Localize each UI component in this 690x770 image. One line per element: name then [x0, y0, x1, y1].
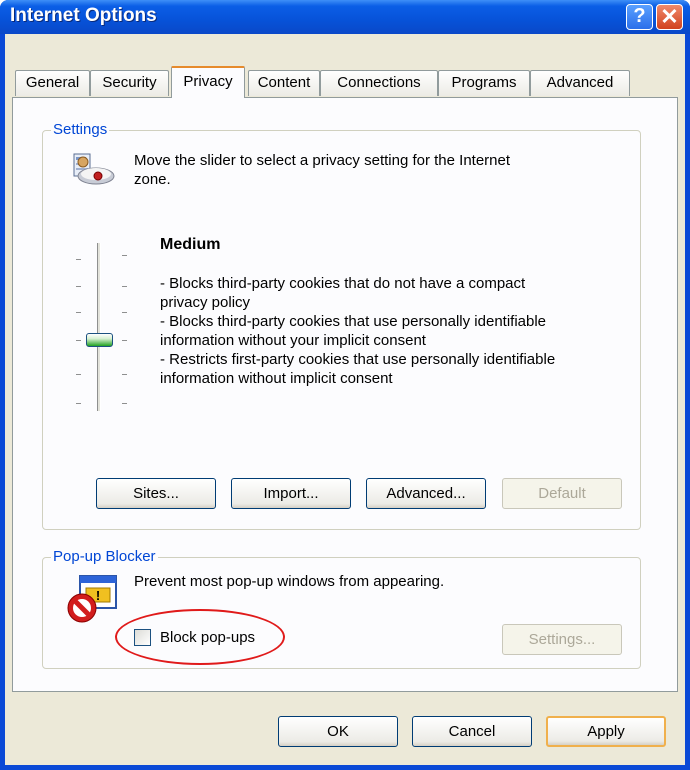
- slider-tick: [76, 286, 81, 287]
- title-bar[interactable]: Internet Options ? ✕: [0, 0, 690, 34]
- tab-strip: General Security Privacy Content Connect…: [5, 34, 685, 100]
- privacy-level-title: Medium: [160, 236, 221, 253]
- privacy-desc-line: - Restricts first-party cookies that use…: [160, 351, 556, 368]
- slider-tick: [122, 403, 127, 404]
- slider-tick: [122, 286, 127, 287]
- popup-blocker-description: Prevent most pop-up windows from appeari…: [134, 573, 445, 590]
- sites-button[interactable]: Sites...: [96, 478, 216, 509]
- slider-tick: [76, 340, 81, 341]
- tab-content[interactable]: Content: [248, 70, 320, 96]
- privacy-desc-line: information without your implicit consen…: [160, 332, 426, 349]
- settings-legend: Settings: [51, 121, 110, 139]
- popup-blocker-icon: !: [67, 575, 117, 623]
- popup-blocker-legend: Pop-up Blocker: [51, 548, 158, 566]
- slider-tick: [76, 312, 81, 313]
- privacy-desc-line: - Blocks third-party cookies that do not…: [160, 275, 526, 292]
- tab-connections[interactable]: Connections: [320, 70, 438, 96]
- privacy-zone-icon: [73, 153, 115, 185]
- tab-general[interactable]: General: [15, 70, 90, 96]
- tab-privacy[interactable]: Privacy: [171, 66, 245, 98]
- privacy-desc-line: information without implicit consent: [160, 370, 393, 387]
- slider-tick: [122, 374, 127, 375]
- slider-tick: [76, 374, 81, 375]
- help-button[interactable]: ?: [626, 4, 653, 30]
- default-button[interactable]: Default: [502, 478, 622, 509]
- ok-button[interactable]: OK: [278, 716, 398, 747]
- svg-text:!: !: [96, 588, 100, 603]
- advanced-button[interactable]: Advanced...: [366, 478, 486, 509]
- apply-button[interactable]: Apply: [546, 716, 666, 747]
- slider-tick: [122, 312, 127, 313]
- import-button[interactable]: Import...: [231, 478, 351, 509]
- cancel-button[interactable]: Cancel: [412, 716, 532, 747]
- tab-advanced[interactable]: Advanced: [530, 70, 630, 96]
- popup-settings-button[interactable]: Settings...: [502, 624, 622, 655]
- settings-instruction-line2: zone.: [134, 171, 171, 188]
- slider-tick: [76, 259, 81, 260]
- slider-track[interactable]: [97, 243, 101, 411]
- tab-programs[interactable]: Programs: [438, 70, 530, 96]
- privacy-desc-line: privacy policy: [160, 294, 251, 311]
- privacy-desc-line: - Blocks third-party cookies that use pe…: [160, 313, 547, 330]
- slider-thumb[interactable]: [86, 333, 113, 347]
- close-button[interactable]: ✕: [656, 4, 683, 30]
- slider-tick: [76, 403, 81, 404]
- window-title: Internet Options: [10, 5, 157, 26]
- tab-security[interactable]: Security: [90, 70, 169, 96]
- slider-tick: [122, 340, 127, 341]
- slider-tick: [122, 255, 127, 256]
- highlight-oval: [115, 609, 285, 665]
- internet-options-window: Internet Options ? ✕ General Security Pr…: [0, 0, 690, 770]
- settings-instruction-line1: Move the slider to select a privacy sett…: [134, 152, 511, 169]
